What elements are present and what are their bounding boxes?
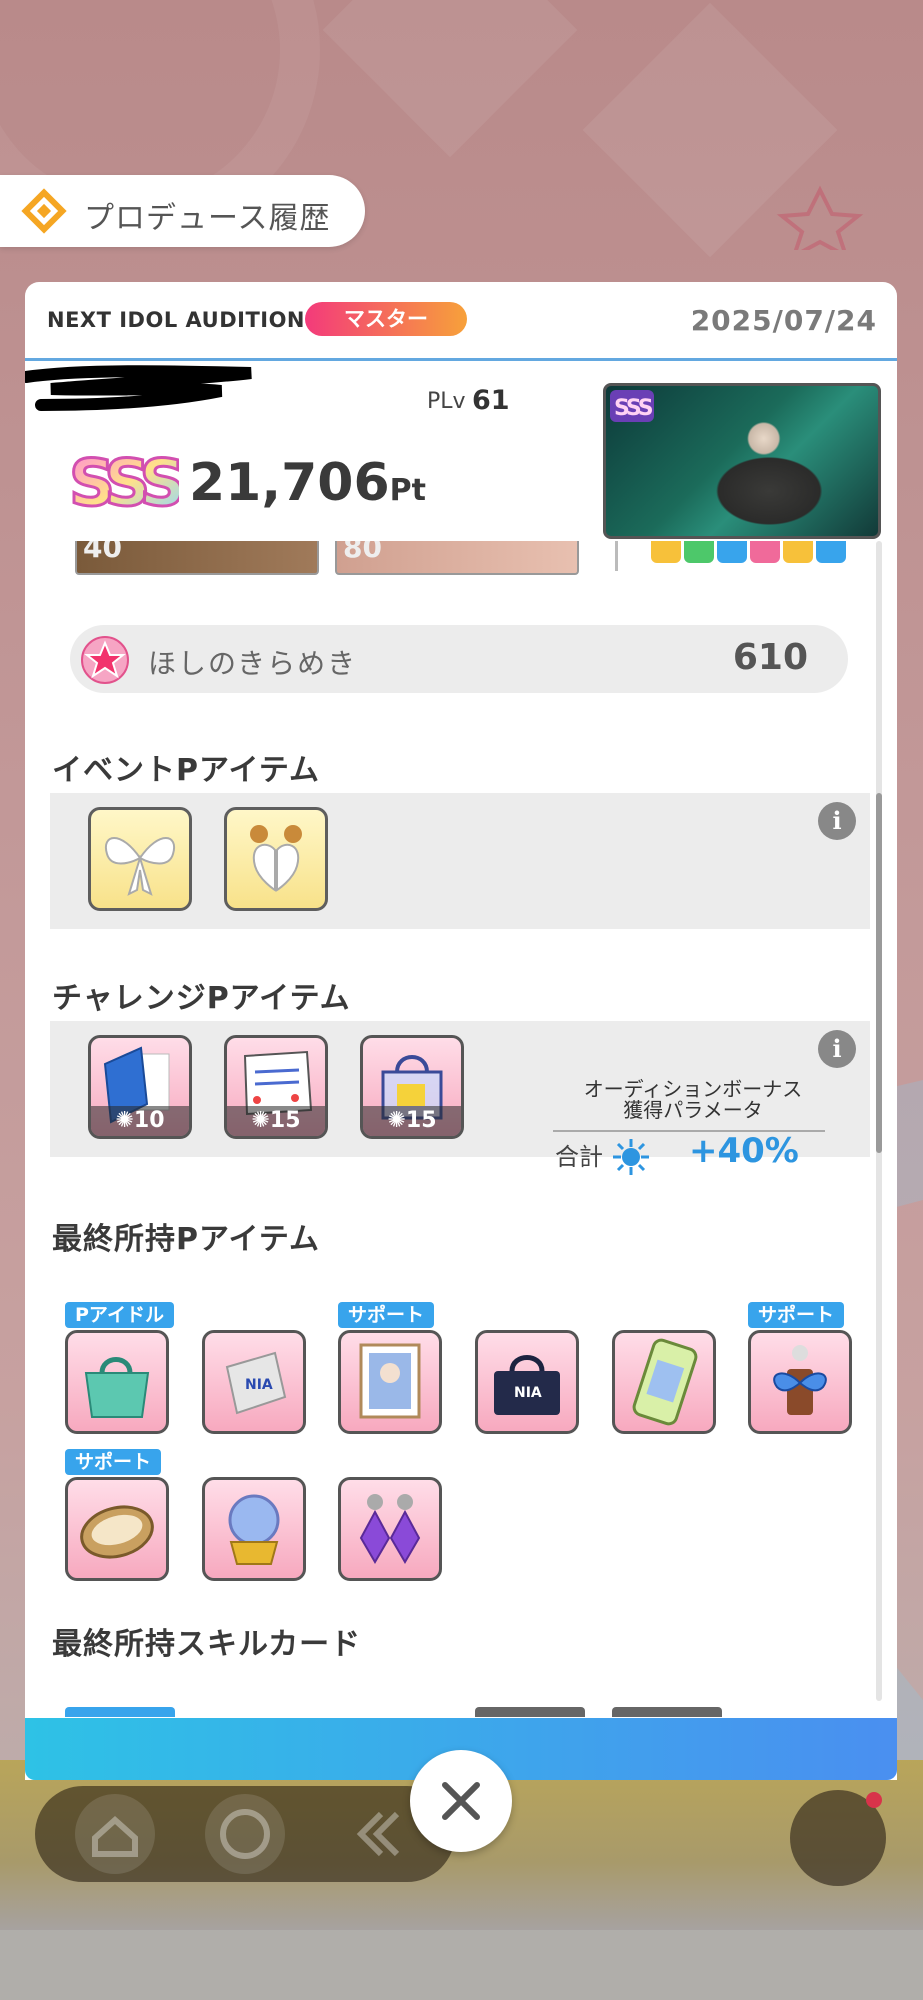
item-tag: サポート [65,1449,162,1475]
produce-history-tab: プロデュース履歴 [0,175,365,247]
gacha-icon[interactable] [205,1794,285,1874]
ribbon-drink-icon[interactable] [748,1330,852,1434]
bonus-total-label: 合計 [555,1143,603,1171]
plv-value: 61 [472,385,510,416]
back-icon[interactable] [335,1794,415,1874]
audition-bonus-title: オーディションボーナス 獲得パラメータ [583,1077,803,1122]
idol-thumbnail[interactable]: SSS [603,383,881,539]
memory-ability-icons [651,541,851,565]
svg-text:SSS: SSS [69,447,179,519]
sss-rank-icon: SSS [68,446,180,520]
notification-dot [866,1792,882,1808]
event-items-panel: i [50,793,870,929]
item-count: ✺15 [363,1106,461,1136]
purple-earrings-icon[interactable] [338,1477,442,1581]
svg-text:NIA: NIA [514,1385,542,1401]
parameter-icon [613,1139,649,1175]
green-tote-bag-icon[interactable] [65,1330,169,1434]
snow-globe-icon[interactable] [202,1477,306,1581]
svg-text:SSS: SSS [614,396,653,421]
svg-text:NIA: NIA [245,1377,273,1393]
info-icon[interactable]: i [818,802,856,840]
result-scroll-area[interactable]: 40 80 ほしのきらめき 610 イベントPアイテム i チャレンジPアイテム… [25,541,897,1780]
sss-badge-icon: SSS [610,390,654,422]
hoshi-row: ほしのきらめき 610 [70,625,848,693]
difficulty-badge: マスター [305,302,467,336]
close-icon [442,1782,480,1820]
bottom-strip [0,1930,923,2000]
skill-cards-title: 最終所持スキルカード [52,1627,362,1662]
redacted-name [25,365,252,411]
produce-result-card: NEXT IDOL AUDITION マスター 2025/07/24 PLv 6… [25,282,897,1780]
bg-diamond [322,0,578,158]
support-card-level: 80 [343,541,382,564]
phone-case-icon[interactable] [612,1330,716,1434]
close-button[interactable] [410,1750,512,1852]
white-ribbon-icon[interactable] [88,807,192,911]
scrollbar-thumb[interactable] [876,793,882,1153]
score-section: PLv 61 SSS 21,706Pt SSS [25,361,897,541]
item-tag: Pアイドル [65,1302,174,1328]
challenge-items-title: チャレンジPアイテム [52,981,351,1016]
hoshi-label: ほしのきらめき [148,647,358,680]
item-count: ✺10 [91,1106,189,1136]
navy-tote-bag-icon[interactable]: NIA [475,1330,579,1434]
event-items-title: イベントPアイテム [52,753,320,788]
peek-divider [615,541,618,571]
audition-name: NEXT IDOL AUDITION [47,308,306,332]
skill-card-tag-peek [65,1707,175,1717]
item-count: ✺15 [227,1106,325,1136]
final-items-title: 最終所持Pアイテム [52,1222,320,1257]
bento-box-icon[interactable] [65,1477,169,1581]
total-points: 21,706Pt [189,453,426,513]
produce-history-icon [21,188,67,234]
clear-bag-icon[interactable]: ✺15 [360,1035,464,1139]
history-title: プロデュース履歴 [84,201,331,236]
photo-frame-icon[interactable] [338,1330,442,1434]
bonus-total-value: +40% [689,1131,799,1171]
plv-label: PLv [427,389,466,414]
item-tag: サポート [338,1302,435,1328]
home-icon[interactable] [75,1794,155,1874]
produce-date: 2025/07/24 [690,304,877,337]
nia-pouch-icon[interactable]: NIA [202,1330,306,1434]
cheer-letter-icon[interactable]: ✺15 [224,1035,328,1139]
skill-card-tag-peek [475,1707,585,1717]
skill-card-tag-peek [612,1707,722,1717]
star-icon [81,636,129,684]
info-icon[interactable]: i [818,1030,856,1068]
heart-earrings-icon[interactable] [224,807,328,911]
support-card-level: 40 [83,541,122,564]
card-header: NEXT IDOL AUDITION マスター 2025/07/24 [25,282,897,361]
bg-logo-decoration [660,180,900,261]
item-tag: サポート [748,1302,845,1328]
hoshi-value: 610 [732,637,808,678]
blue-folder-icon[interactable]: ✺10 [88,1035,192,1139]
